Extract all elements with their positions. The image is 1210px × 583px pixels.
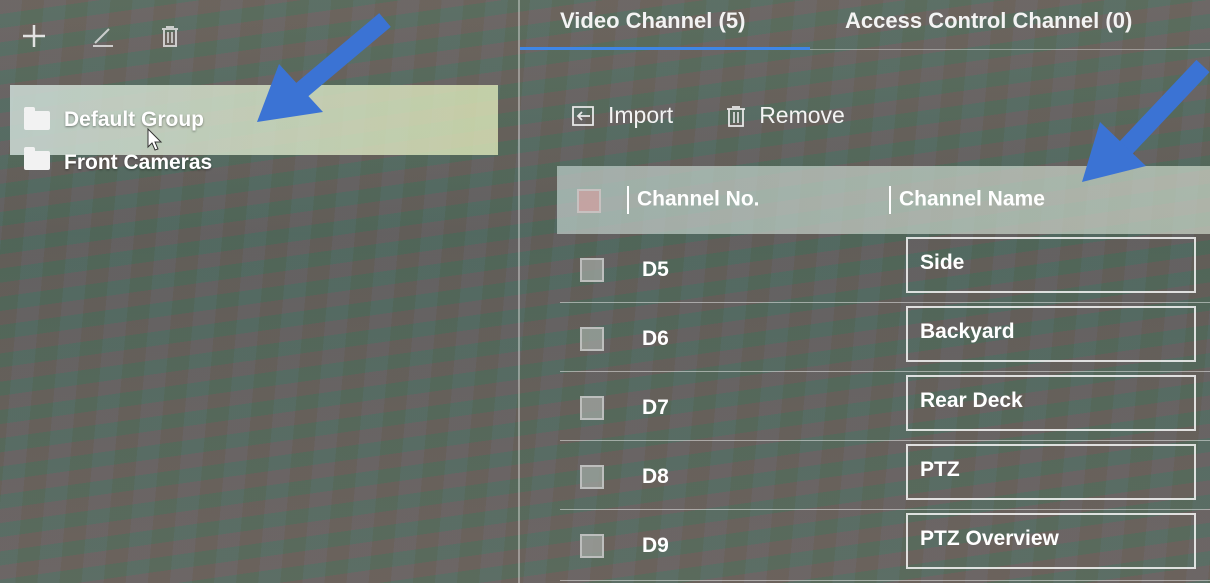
plus-icon[interactable] xyxy=(20,22,48,50)
channel-no: D6 xyxy=(642,327,669,350)
table-row: D9 PTZ Overview xyxy=(560,510,1210,581)
column-header-label: Channel No. xyxy=(637,187,760,211)
group-item-default[interactable]: Default Group xyxy=(10,85,498,155)
channel-no: D7 xyxy=(642,396,669,419)
table-row: D8 PTZ xyxy=(560,441,1210,510)
group-tree: Default Group Front Cameras xyxy=(10,85,498,187)
table-row: D7 Rear Deck xyxy=(560,372,1210,441)
cursor-icon xyxy=(147,128,163,151)
folder-icon xyxy=(24,106,50,130)
remove-label: Remove xyxy=(759,102,845,128)
group-toolbar xyxy=(20,22,184,50)
import-icon xyxy=(572,105,594,126)
arrow-annotation-icon xyxy=(257,13,391,122)
column-separator xyxy=(627,186,629,214)
row-checkbox[interactable] xyxy=(580,465,604,489)
channel-tabs: Video Channel (5) Access Control Channel… xyxy=(519,0,1210,50)
group-label: Front Cameras xyxy=(64,151,213,174)
channel-name-field[interactable]: PTZ xyxy=(906,444,1196,500)
arrow-annotation-icon xyxy=(1082,59,1210,182)
channel-no: D8 xyxy=(642,465,669,488)
edit-icon[interactable] xyxy=(88,22,116,50)
tabs-divider xyxy=(810,49,1210,50)
row-checkbox[interactable] xyxy=(580,396,604,420)
table-row: D5 Side xyxy=(560,234,1210,303)
column-header-label: Channel Name xyxy=(899,187,1045,211)
column-separator xyxy=(889,186,891,214)
row-checkbox[interactable] xyxy=(580,258,604,282)
group-item-front-cameras[interactable]: Front Cameras xyxy=(10,147,498,187)
channel-name-field[interactable]: Rear Deck xyxy=(906,375,1196,431)
select-all-checkbox[interactable] xyxy=(577,189,601,213)
tab-video-channel[interactable]: Video Channel (5) xyxy=(519,0,811,50)
channel-no: D9 xyxy=(642,534,669,557)
channel-name-field[interactable]: Backyard xyxy=(906,306,1196,362)
trash-icon xyxy=(727,105,746,127)
table-row: D6 Backyard xyxy=(560,303,1210,372)
channel-actions: Import Remove xyxy=(570,102,845,129)
remove-button[interactable]: Remove xyxy=(725,102,845,129)
import-button[interactable]: Import xyxy=(570,102,673,129)
column-header-channel-no[interactable]: Channel No. xyxy=(627,186,760,214)
row-checkbox[interactable] xyxy=(580,534,604,558)
tab-access-control-channel[interactable]: Access Control Channel (0) xyxy=(845,0,1132,50)
folder-icon xyxy=(24,147,50,170)
group-label: Default Group xyxy=(64,108,204,131)
row-checkbox[interactable] xyxy=(580,327,604,351)
channel-name-field[interactable]: Side xyxy=(906,237,1196,293)
channel-name-field[interactable]: PTZ Overview xyxy=(906,513,1196,569)
import-label: Import xyxy=(608,102,674,128)
channel-no: D5 xyxy=(642,258,669,281)
trash-icon[interactable] xyxy=(156,22,184,50)
column-header-channel-name[interactable]: Channel Name xyxy=(889,186,1045,214)
